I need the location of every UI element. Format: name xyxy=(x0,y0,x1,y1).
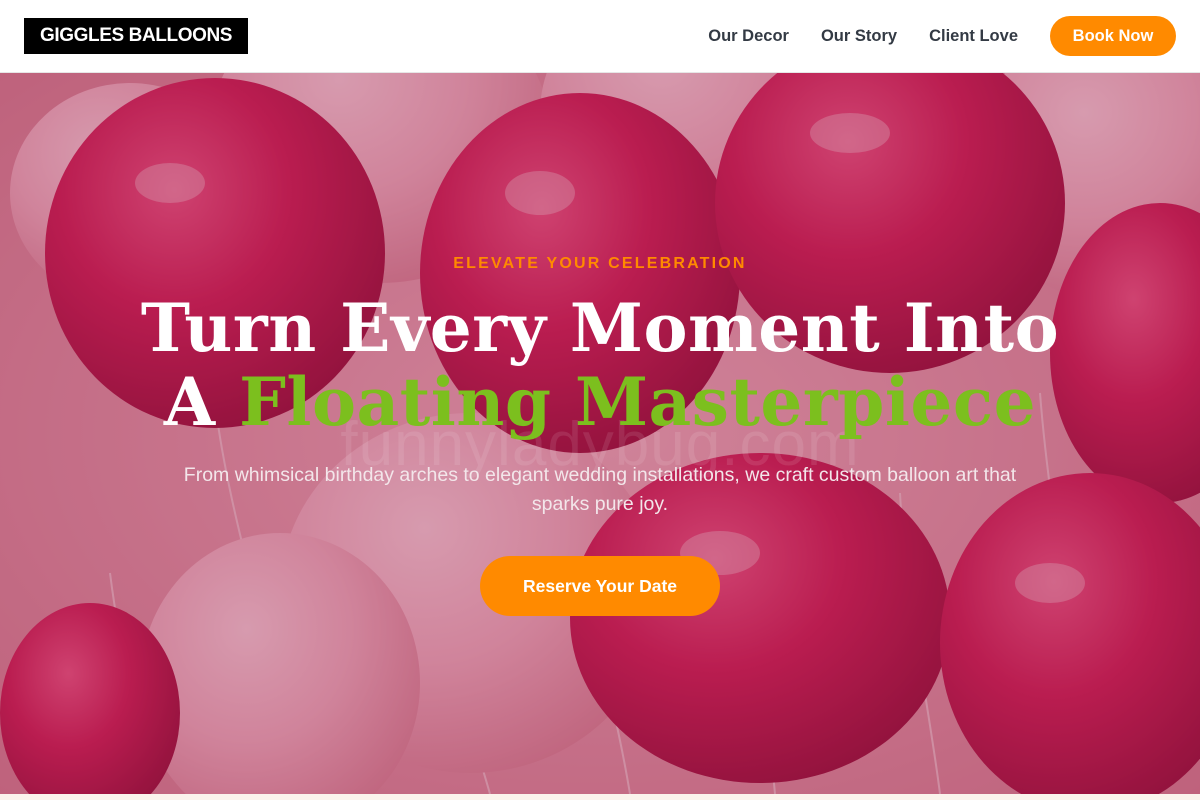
next-section-edge xyxy=(0,794,1200,800)
headline-accent: Floating Masterpiece xyxy=(239,363,1037,441)
hero-content: ELEVATE YOUR CELEBRATION Turn Every Mome… xyxy=(0,73,1200,794)
site-logo[interactable]: GIGGLES BALLOONS xyxy=(24,18,249,54)
book-now-button[interactable]: Book Now xyxy=(1050,16,1176,56)
hero-headline: Turn Every Moment Into A Floating Master… xyxy=(0,291,1200,439)
hero-eyebrow: ELEVATE YOUR CELEBRATION xyxy=(453,255,747,272)
headline-line-2-prefix: A xyxy=(163,363,240,441)
hero-subtext: From whimsical birthday arches to elegan… xyxy=(183,464,1017,515)
main-nav: Our Decor Our Story Client Love Book Now xyxy=(708,16,1176,56)
top-navbar: GIGGLES BALLOONS Our Decor Our Story Cli… xyxy=(0,0,1200,73)
nav-link-our-story[interactable]: Our Story xyxy=(821,27,897,46)
headline-line-1: Turn Every Moment Into xyxy=(140,289,1060,367)
nav-link-our-decor[interactable]: Our Decor xyxy=(708,27,789,46)
nav-link-client-love[interactable]: Client Love xyxy=(929,27,1018,46)
hero-section: funnyladybug.com ELEVATE YOUR CELEBRATIO… xyxy=(0,73,1200,794)
reserve-date-button[interactable]: Reserve Your Date xyxy=(480,556,720,616)
